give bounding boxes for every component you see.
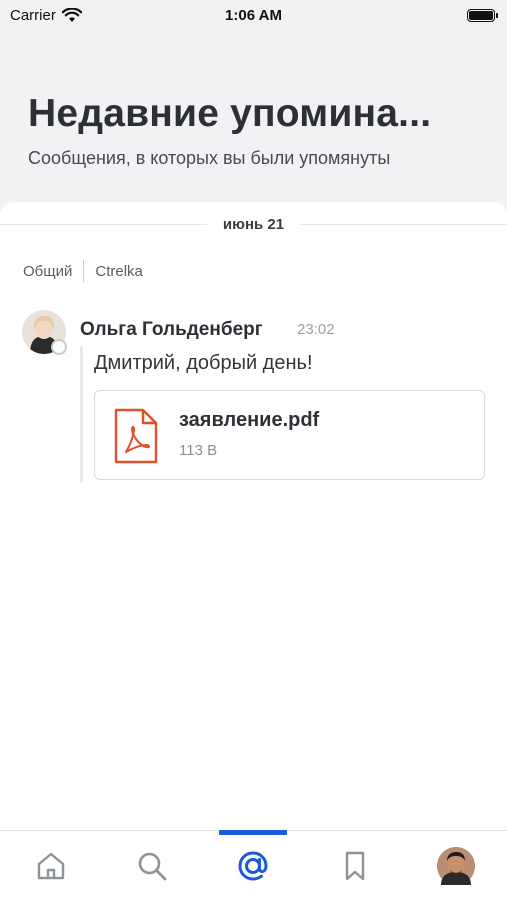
battery-icon (467, 8, 498, 22)
page-subtitle: Сообщения, в которых вы были упомянуты (28, 148, 391, 168)
breadcrumb: Общий Ctrelka (23, 260, 143, 282)
file-size: 113 B (179, 442, 218, 459)
tab-saved[interactable] (325, 836, 385, 896)
carrier-label: Carrier (10, 6, 56, 24)
thread-line (80, 346, 83, 482)
message-time: 23:02 (297, 321, 335, 338)
presence-status-indicator (51, 339, 67, 355)
status-time: 1:06 AM (225, 6, 282, 24)
date-label: июнь 21 (222, 215, 285, 233)
file-attachment[interactable]: заявление.pdf 113 B (94, 390, 485, 480)
page-title: Недавние упомина... (28, 92, 432, 135)
tab-search[interactable] (122, 836, 182, 896)
carrier-info: Carrier (10, 7, 82, 24)
mentions-feed[interactable]: июнь 21 Общий Ctrelka Ольга Гольденберг … (0, 202, 507, 830)
search-icon (138, 852, 167, 880)
home-icon (37, 852, 64, 879)
message-text: Дмитрий, добрый день! (94, 352, 313, 374)
tab-bar (0, 829, 507, 900)
message-author[interactable]: Ольга Гольденберг (80, 319, 263, 341)
breadcrumb-workspace[interactable]: Общий (23, 263, 72, 280)
file-name: заявление.pdf (179, 409, 320, 431)
date-separator: июнь 21 (0, 214, 507, 234)
wifi-icon (61, 7, 82, 22)
bookmark-icon (345, 851, 365, 880)
tab-home[interactable] (21, 836, 81, 896)
tab-profile[interactable] (426, 836, 486, 896)
breadcrumb-divider (83, 260, 85, 282)
at-sign-icon (238, 850, 268, 881)
status-bar: Carrier 1:06 AM (0, 0, 507, 30)
avatar (437, 846, 476, 885)
page-header: Недавние упомина... Сообщения, в которых… (0, 30, 507, 205)
pdf-file-icon (114, 408, 158, 464)
breadcrumb-channel[interactable]: Ctrelka (95, 263, 143, 280)
tab-mentions[interactable] (219, 829, 288, 896)
